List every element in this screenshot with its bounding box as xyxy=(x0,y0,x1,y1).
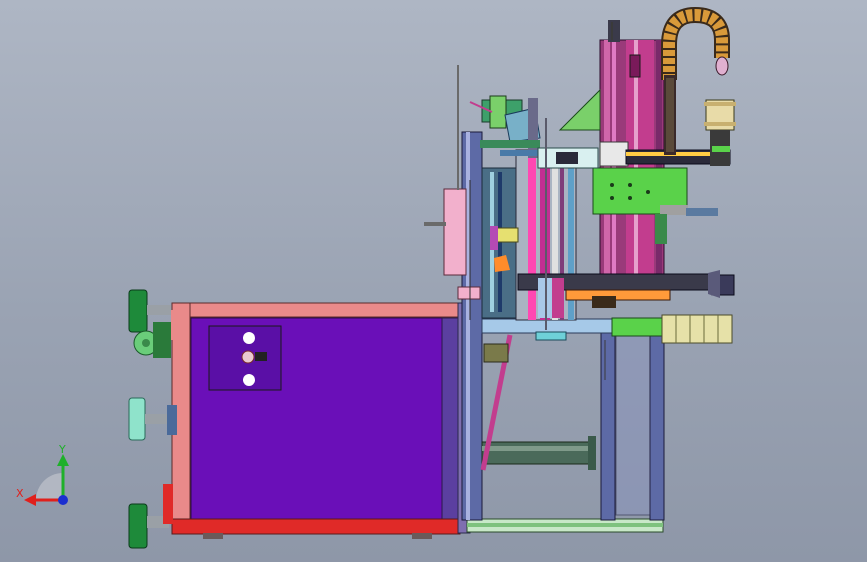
triad-x-arrow-icon xyxy=(24,494,36,506)
leveling-foot-top-bracket xyxy=(171,310,179,340)
triad-z-axis-icon xyxy=(58,495,68,505)
caster-bracket xyxy=(153,322,171,358)
cabinet-top-rail xyxy=(171,302,461,318)
leveling-foot-bottom-bracket xyxy=(163,484,173,524)
caster-hub xyxy=(142,339,150,347)
caster-assemblies xyxy=(128,289,179,549)
cabinet-right-rail xyxy=(441,317,461,520)
foot-right-1 xyxy=(203,533,223,539)
foot-right-2 xyxy=(412,533,432,539)
model-canvas[interactable]: Y X xyxy=(0,0,867,562)
leveling-foot-middle-bracket xyxy=(167,405,177,435)
leveling-foot-middle-stem xyxy=(145,414,167,424)
leveling-foot-middle xyxy=(128,397,146,441)
leveling-foot-bottom xyxy=(128,503,148,549)
indicator-light-bottom xyxy=(243,374,255,386)
regulator-knob[interactable] xyxy=(255,352,267,361)
orientation-triad: Y X xyxy=(16,443,69,506)
cable-chain-lower[interactable] xyxy=(661,314,733,344)
indicator-light-top xyxy=(243,332,255,344)
cad-viewport[interactable]: Y X xyxy=(0,0,867,562)
leveling-foot-top-stem xyxy=(147,305,171,315)
cabinet-bottom-rail xyxy=(171,518,461,535)
triad-quadrant xyxy=(36,473,63,500)
leveling-foot-top xyxy=(128,289,148,333)
green-gusset xyxy=(558,88,601,131)
base-rail xyxy=(466,518,664,533)
cabinet[interactable] xyxy=(171,302,471,539)
lower-arm[interactable] xyxy=(517,270,735,318)
triad-x-label: X xyxy=(16,487,24,500)
triad-y-label: Y xyxy=(58,443,66,456)
pneumatic-cylinder-bottom[interactable] xyxy=(481,436,596,470)
pressure-gauge-icon[interactable] xyxy=(241,350,255,364)
